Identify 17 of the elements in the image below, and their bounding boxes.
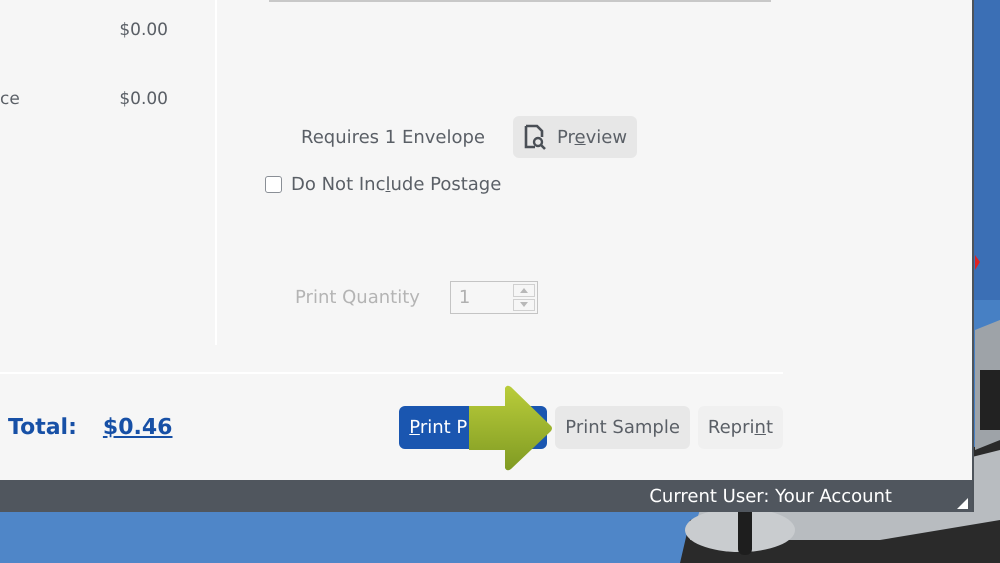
amount: $0.00 [119, 89, 168, 109]
envelope-requirement: Requires 1 Envelope [301, 126, 485, 148]
checkbox-label: Do Not Include Postage [291, 174, 502, 195]
current-user: Current User: Your Account [649, 486, 892, 506]
quantity-label: Print Quantity [295, 287, 420, 308]
document-search-icon [522, 124, 547, 150]
resize-grip-icon[interactable] [957, 498, 968, 509]
total-label: Total: [8, 414, 77, 440]
up-icon [520, 288, 528, 293]
preview-button[interactable]: Preview [512, 116, 638, 158]
print-button[interactable]: Reprint [698, 406, 783, 448]
row-label: ce [0, 89, 20, 109]
amount: $0.00 [119, 20, 168, 40]
total-amount-link[interactable]: $0.46 [102, 414, 172, 440]
down-icon [520, 302, 528, 308]
checkbox[interactable] [265, 176, 282, 193]
print-button[interactable]: Print Sample [555, 406, 690, 448]
